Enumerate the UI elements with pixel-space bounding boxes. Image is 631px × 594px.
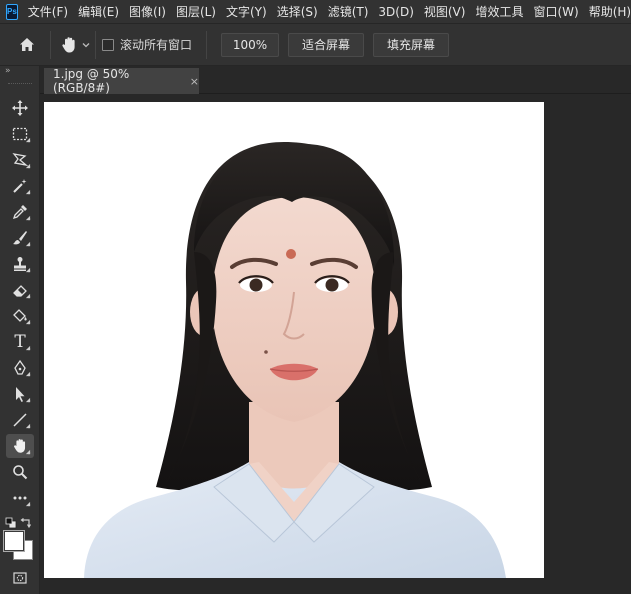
- edit-toolbar-button[interactable]: [6, 486, 34, 510]
- path-selection-tool[interactable]: [6, 382, 34, 406]
- marquee-tool[interactable]: [6, 122, 34, 146]
- type-icon: T: [14, 332, 26, 352]
- type-tool[interactable]: T: [6, 330, 34, 354]
- tool-preset-picker[interactable]: [59, 35, 91, 55]
- more-tools-indicator: [25, 319, 31, 325]
- photoshop-logo-icon: Ps: [6, 3, 18, 20]
- lasso-tool[interactable]: [6, 148, 34, 172]
- move-tool[interactable]: [6, 96, 34, 120]
- menu-bar: Ps 文件(F) 编辑(E) 图像(I) 图层(L) 文字(Y) 选择(S) 滤…: [0, 0, 631, 24]
- more-tools-indicator: [25, 371, 31, 377]
- brush-tool[interactable]: [6, 226, 34, 250]
- line-tool[interactable]: [6, 408, 34, 432]
- canvas-area[interactable]: [40, 95, 631, 594]
- menu-image[interactable]: 图像(I): [129, 3, 166, 20]
- more-tools-indicator: [25, 215, 31, 221]
- chevron-down-icon: [82, 42, 90, 47]
- separator: [50, 30, 51, 59]
- quick-mask-icon: [13, 572, 27, 584]
- fill-screen-button[interactable]: 填充屏幕: [373, 32, 450, 57]
- more-tools-indicator: [25, 267, 31, 273]
- zoom-100-button[interactable]: 100%: [221, 32, 280, 57]
- menu-file[interactable]: 文件(F): [28, 3, 68, 20]
- document-tab-title: 1.jpg @ 50%(RGB/8#): [53, 67, 130, 95]
- more-tools-indicator: [25, 189, 31, 195]
- collapse-panel-icon[interactable]: »: [5, 66, 10, 76]
- more-tools-indicator: [25, 293, 31, 299]
- move-icon: [12, 100, 28, 116]
- menu-layer[interactable]: 图层(L): [176, 3, 216, 20]
- portrait-photo: [44, 102, 544, 578]
- more-tools-indicator: [25, 423, 31, 429]
- fit-screen-button[interactable]: 适合屏幕: [288, 32, 365, 57]
- menu-edit[interactable]: 编辑(E): [78, 3, 119, 20]
- menu-3d[interactable]: 3D(D): [378, 5, 413, 19]
- close-icon[interactable]: ×: [190, 75, 199, 88]
- scroll-all-windows-checkbox[interactable]: [102, 38, 114, 51]
- menu-filter[interactable]: 滤镜(T): [328, 3, 369, 20]
- hand-tool[interactable]: [6, 434, 34, 458]
- more-tools-indicator: [25, 345, 31, 351]
- swap-colors-button[interactable]: [20, 514, 34, 529]
- eyedropper-tool[interactable]: [6, 200, 34, 224]
- canvas-pasteboard: [544, 95, 631, 594]
- more-tools-indicator: [25, 163, 31, 169]
- menu-select[interactable]: 选择(S): [277, 3, 318, 20]
- more-tools-indicator: [25, 137, 31, 143]
- quick-selection-tool[interactable]: [6, 174, 34, 198]
- separator: [95, 30, 96, 59]
- foreground-color-swatch[interactable]: [4, 531, 24, 551]
- panel-grip[interactable]: [8, 83, 32, 85]
- separator: [206, 30, 208, 59]
- document-tab[interactable]: 1.jpg @ 50%(RGB/8#) ×: [44, 67, 199, 95]
- options-bar: 滚动所有窗口 100% 适合屏幕 填充屏幕: [0, 24, 631, 66]
- document-tab-bar: 1.jpg @ 50%(RGB/8#) ×: [40, 66, 631, 95]
- default-colors-button[interactable]: [5, 514, 17, 529]
- magnifier-icon: [13, 465, 28, 480]
- home-icon: [20, 37, 34, 51]
- hand-icon: [62, 36, 75, 52]
- document-canvas[interactable]: [44, 102, 544, 578]
- default-colors-icon: [5, 517, 17, 529]
- menu-view[interactable]: 视图(V): [424, 3, 466, 20]
- scroll-all-windows-label: 滚动所有窗口: [120, 38, 193, 52]
- menu-window[interactable]: 窗口(W): [533, 3, 578, 20]
- quick-mask-button[interactable]: [6, 566, 34, 590]
- more-tools-indicator: [25, 397, 31, 403]
- pen-tool[interactable]: [6, 356, 34, 380]
- home-button[interactable]: [12, 30, 42, 60]
- more-tools-indicator: [25, 449, 31, 455]
- more-tools-indicator: [25, 241, 31, 247]
- clone-stamp-tool[interactable]: [6, 252, 34, 276]
- paint-bucket-tool[interactable]: [6, 304, 34, 328]
- zoom-tool[interactable]: [6, 460, 34, 484]
- eraser-tool[interactable]: [6, 278, 34, 302]
- menu-help[interactable]: 帮助(H): [589, 3, 631, 20]
- menu-plugins[interactable]: 增效工具: [475, 3, 523, 20]
- more-tools-indicator: [25, 501, 31, 507]
- menu-type[interactable]: 文字(Y): [226, 3, 267, 20]
- tools-panel: » T: [0, 66, 40, 594]
- swap-arrows-icon: [20, 518, 32, 529]
